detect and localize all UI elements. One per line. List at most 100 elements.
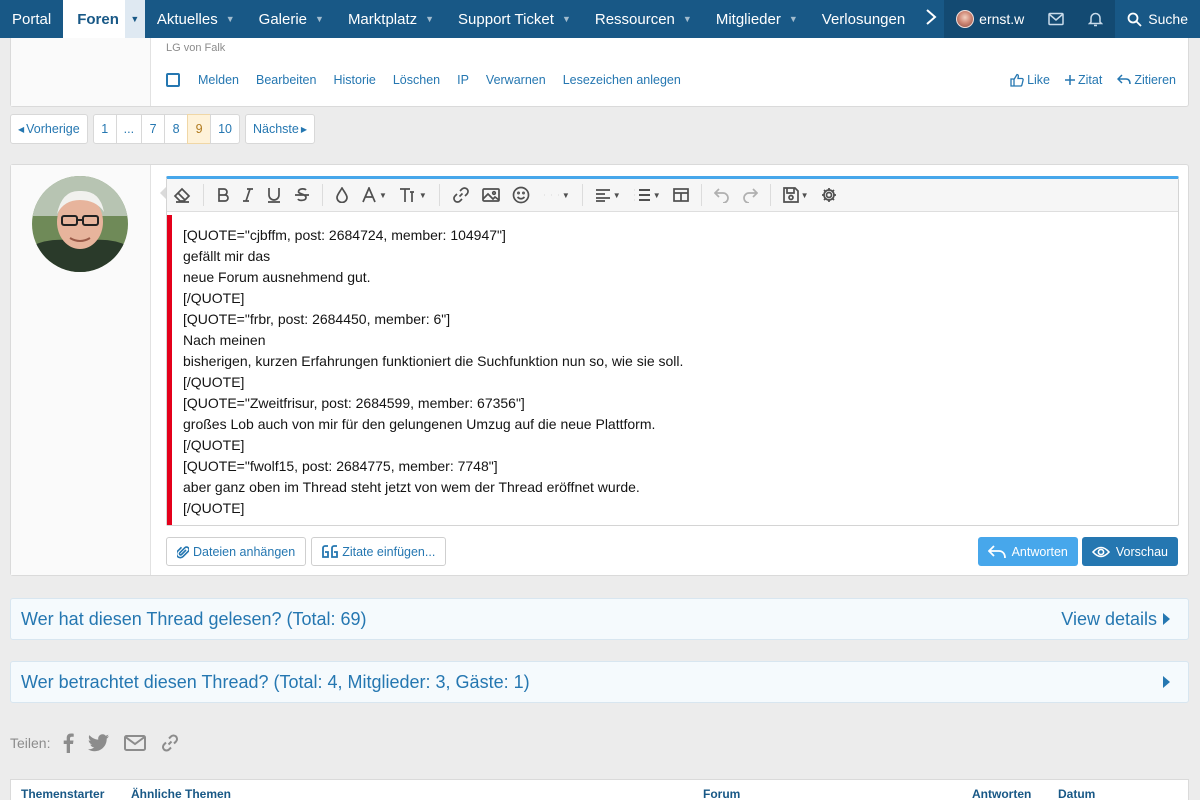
attach-files-button[interactable]: Dateien anhängen [166,537,307,566]
eraser-icon[interactable] [173,180,191,210]
smiley-icon[interactable] [512,180,530,210]
nav-foren[interactable]: Foren ▼ [63,0,145,38]
nav-support-ticket[interactable]: Support Ticket ▼ [446,0,583,38]
twitter-icon[interactable] [88,734,110,752]
link-icon[interactable] [452,180,470,210]
like-button[interactable]: Like [1010,73,1050,87]
column-header[interactable]: Ähnliche Themen [131,787,231,800]
undo-icon[interactable] [713,180,730,210]
reply-icon [987,544,1006,558]
nav-portal[interactable]: Portal [0,0,63,38]
list-icon[interactable]: ▼ [633,180,661,210]
nav-galerie[interactable]: Galerie ▼ [247,0,336,38]
ip-link[interactable]: IP [457,73,469,87]
link-icon[interactable] [160,733,180,753]
draft-save-icon[interactable]: ▼ [782,180,809,210]
editor-line: großes Lob auch von mir für den gelungen… [183,416,656,432]
table-icon[interactable] [672,180,689,210]
zitieren-label: Zitieren [1134,73,1176,87]
nav-mitglieder[interactable]: Mitglieder ▼ [704,0,810,38]
chevron-down-icon[interactable]: ▼ [789,14,798,24]
gear-icon[interactable] [821,180,837,210]
chevron-right-icon[interactable] [917,8,945,31]
history-link[interactable]: Historie [333,73,375,87]
view-details-link[interactable]: View details [1061,599,1170,639]
page-ellipsis[interactable]: ... [115,114,143,144]
facebook-icon[interactable] [62,733,75,753]
like-label: Like [1027,73,1050,87]
nav-marktplatz[interactable]: Marktplatz ▼ [336,0,446,38]
chevron-down-icon[interactable]: ▼ [315,14,324,24]
chevron-down-icon[interactable]: ▼ [425,14,434,24]
search-button[interactable]: Suche [1115,0,1200,38]
nav-label: Aktuelles [156,10,218,28]
envelope-icon[interactable] [1036,0,1076,38]
reply-button[interactable]: Antworten [977,537,1078,566]
nav-ressourcen[interactable]: Ressourcen ▼ [583,0,704,38]
thread-readers-block[interactable]: Wer hat diesen Thread gelesen? (Total: 6… [10,598,1189,640]
username: ernst.w [979,11,1025,27]
toolbar-separator [438,184,440,206]
italic-icon[interactable] [242,180,254,210]
align-icon[interactable]: ▼ [595,180,621,210]
image-icon[interactable] [481,180,500,210]
editor-line: [/QUOTE] [183,500,245,516]
report-link[interactable]: Melden [198,73,239,87]
nav-verlosungen[interactable]: Verlosungen [810,0,917,38]
redo-icon[interactable] [742,180,758,210]
next-page-button[interactable]: Nächste ▶ [245,114,316,144]
plus-quote-button[interactable]: Zitat [1065,73,1102,87]
editor-line: [QUOTE="cjbffm, post: 2684724, member: 1… [183,227,506,243]
page-link[interactable]: 1 [92,114,117,144]
color-drop-icon[interactable] [335,180,349,210]
prev-page-button[interactable]: ◀ Vorherige [10,114,88,144]
page-link[interactable]: 8 [164,114,189,144]
current-page[interactable]: 9 [187,114,212,144]
warn-link[interactable]: Verwarnen [486,73,546,87]
column-header[interactable]: Antworten [972,787,1031,800]
delete-link[interactable]: Löschen [393,73,440,87]
expand-toggle[interactable] [1157,662,1170,702]
thread-viewers-block[interactable]: Wer betrachtet diesen Thread? (Total: 4,… [10,661,1189,703]
underline-icon[interactable] [266,180,282,210]
chevron-down-icon[interactable]: ▼ [124,0,145,38]
chevron-down-icon[interactable]: ▼ [562,14,571,24]
page-link[interactable]: 10 [210,114,240,144]
edit-link[interactable]: Bearbeiten [256,73,316,87]
page-link[interactable]: 7 [141,114,166,144]
toolbar-separator [700,184,702,206]
column-header[interactable]: Datum [1058,787,1095,800]
select-checkbox[interactable] [166,73,180,87]
quote-icon [322,545,339,558]
message-editor[interactable]: ▼ ▼ ▼ ▼ ▼ ▼ [QUOTE="cjbffm, post: 268472… [166,176,1179,526]
readers-title: Wer hat diesen Thread gelesen? (Total: 6… [21,608,367,629]
toolbar-separator [769,184,771,206]
column-header[interactable]: Themenstarter [21,787,104,800]
font-size-icon[interactable]: ▼ [399,180,427,210]
user-menu[interactable]: ernst.w [944,0,1036,38]
nav-label: Support Ticket [458,10,554,28]
column-header[interactable]: Forum [703,787,740,800]
preview-button[interactable]: Vorschau [1081,537,1178,566]
bookmark-link[interactable]: Lesezeichen anlegen [563,73,681,87]
quick-reply: ▼ ▼ ▼ ▼ ▼ ▼ [QUOTE="cjbffm, post: 268472… [10,164,1189,576]
insert-quotes-button[interactable]: Zitate einfügen... [311,537,447,566]
pagination: ◀ Vorherige 1 ... 7 8 9 10 Nächste ▶ [10,114,316,144]
editor-content[interactable]: [QUOTE="cjbffm, post: 2684724, member: 1… [167,215,1178,525]
bold-icon[interactable] [216,180,230,210]
editor-line: [QUOTE="Zweitfrisur, post: 2684599, memb… [183,395,525,411]
insert-quotes-label: Zitate einfügen... [342,544,436,559]
nav-label: Foren [77,10,119,28]
chevron-down-icon[interactable]: ▼ [683,14,692,24]
bell-icon[interactable] [1076,0,1115,38]
email-icon[interactable] [124,735,147,751]
search-label: Suche [1148,11,1188,27]
toolbar-separator [203,184,204,206]
more-options-icon[interactable]: ▼ [542,180,570,210]
next-label: Nächste [253,122,299,136]
strikethrough-icon[interactable] [294,180,310,210]
chevron-down-icon[interactable]: ▼ [226,14,235,24]
font-style-icon[interactable]: ▼ [361,180,387,210]
nav-aktuelles[interactable]: Aktuelles ▼ [145,0,247,38]
quote-reply-button[interactable]: Zitieren [1117,73,1176,87]
